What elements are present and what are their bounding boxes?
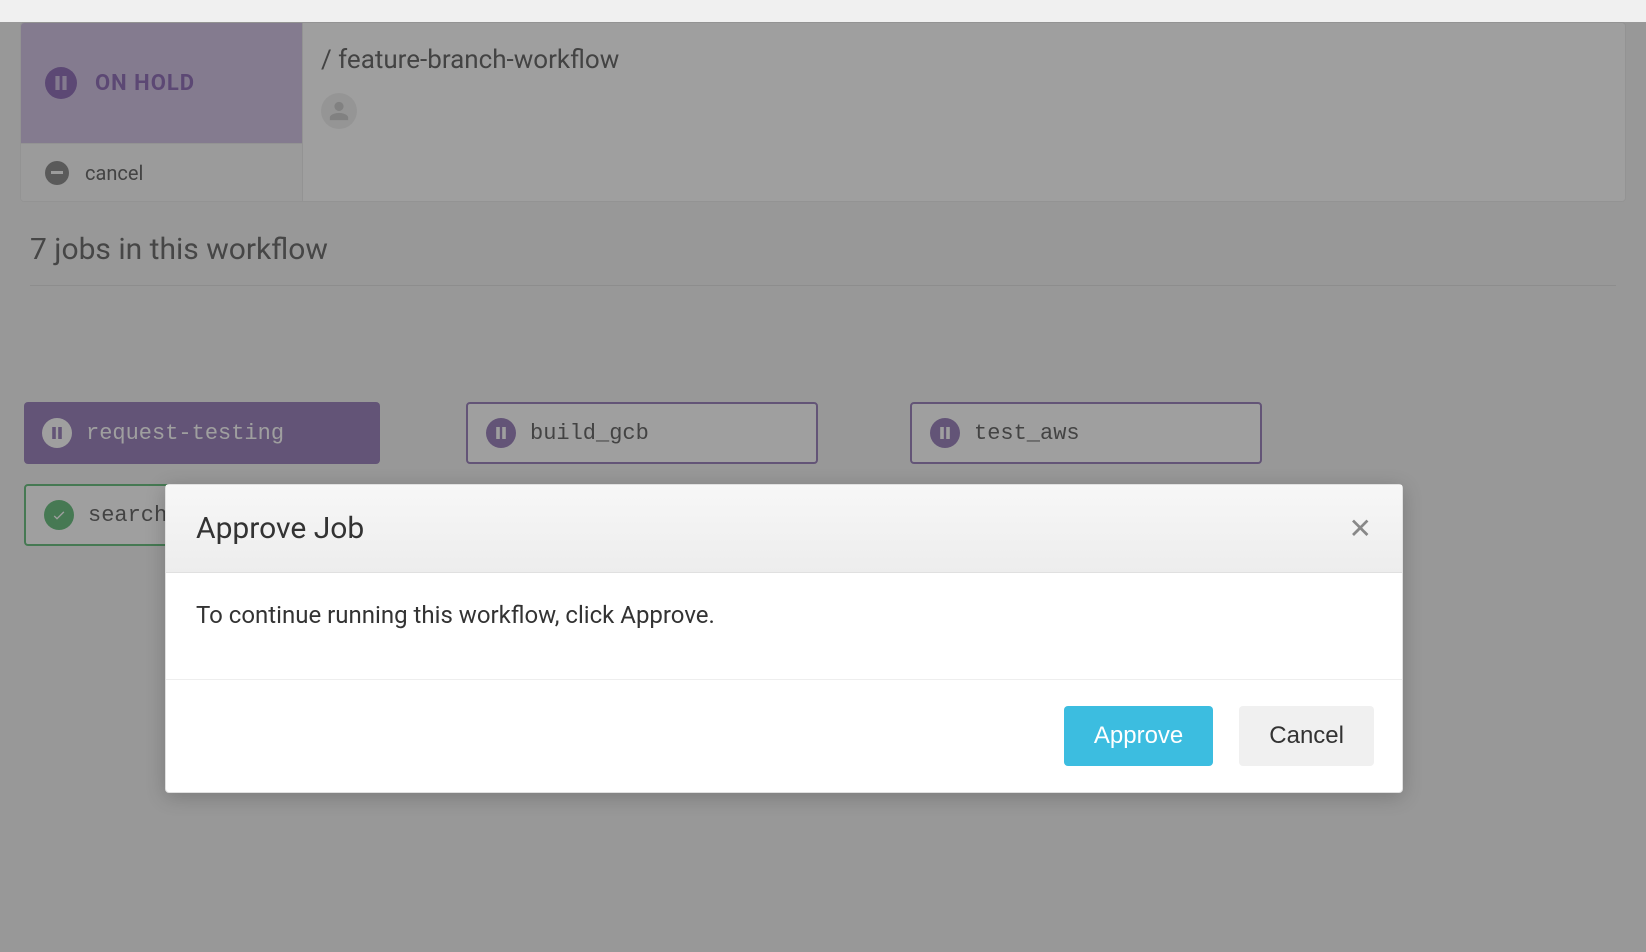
cancel-button[interactable]: Cancel [1239,706,1374,766]
modal-footer: Approve Cancel [166,680,1402,792]
modal-header: Approve Job ✕ [166,485,1402,573]
approve-button[interactable]: Approve [1064,706,1213,766]
approve-job-modal: Approve Job ✕ To continue running this w… [165,484,1403,793]
page-root: ON HOLD cancel / feature-branch-workflow… [0,22,1646,952]
close-icon[interactable]: ✕ [1349,515,1372,543]
modal-body-text: To continue running this workflow, click… [166,573,1402,680]
modal-title: Approve Job [196,511,364,546]
